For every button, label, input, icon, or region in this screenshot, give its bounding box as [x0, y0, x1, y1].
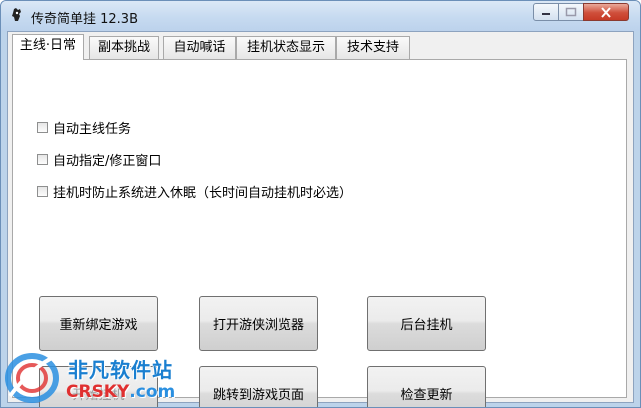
auto-window-checkbox[interactable]: 自动指定/修正窗口	[37, 150, 161, 169]
maximize-icon	[565, 7, 577, 17]
goto-game-page-button[interactable]: 跳转到游戏页面	[199, 366, 318, 407]
title-bar[interactable]: 传奇简单挂 12.3B	[1, 1, 640, 31]
watermark-tld: .com	[129, 382, 176, 402]
rebind-game-button[interactable]: 重新绑定游戏	[39, 296, 158, 351]
checkbox-label: 自动指定/修正窗口	[53, 154, 162, 169]
watermark-title: 非凡软件站	[68, 358, 173, 382]
checkbox-box[interactable]	[37, 154, 48, 165]
tab-status[interactable]: 挂机状态显示	[236, 36, 336, 59]
checkbox-box[interactable]	[37, 186, 48, 197]
tab-dungeon[interactable]: 副本挑战	[89, 36, 159, 59]
watermark-domain: CRSKY.com	[66, 382, 175, 402]
auto-main-quest-checkbox[interactable]: 自动主线任务	[37, 118, 131, 137]
maximize-button[interactable]	[558, 3, 584, 21]
prevent-sleep-checkbox[interactable]: 挂机时防止系统进入休眠（长时间自动挂机时必选）	[37, 182, 352, 201]
tab-main-daily[interactable]: 主线·日常	[12, 34, 84, 60]
tab-auto-shout[interactable]: 自动喊话	[163, 36, 236, 59]
minimize-button[interactable]	[533, 3, 559, 21]
open-browser-button[interactable]: 打开游侠浏览器	[199, 296, 318, 351]
checkbox-box[interactable]	[37, 122, 48, 133]
close-icon	[601, 6, 611, 18]
checkbox-label: 自动主线任务	[53, 122, 132, 137]
watermark-domain-name: CRSKY	[66, 382, 130, 402]
window-title: 传奇简单挂 12.3B	[31, 12, 138, 27]
tab-support[interactable]: 技术支持	[336, 36, 410, 59]
checkbox-label: 挂机时防止系统进入休眠（长时间自动挂机时必选）	[53, 186, 353, 201]
background-hang-button[interactable]: 后台挂机	[367, 296, 486, 351]
app-icon	[12, 8, 21, 21]
minimize-icon	[542, 13, 550, 15]
close-button[interactable]	[583, 3, 629, 21]
check-update-button[interactable]: 检查更新	[367, 366, 486, 407]
